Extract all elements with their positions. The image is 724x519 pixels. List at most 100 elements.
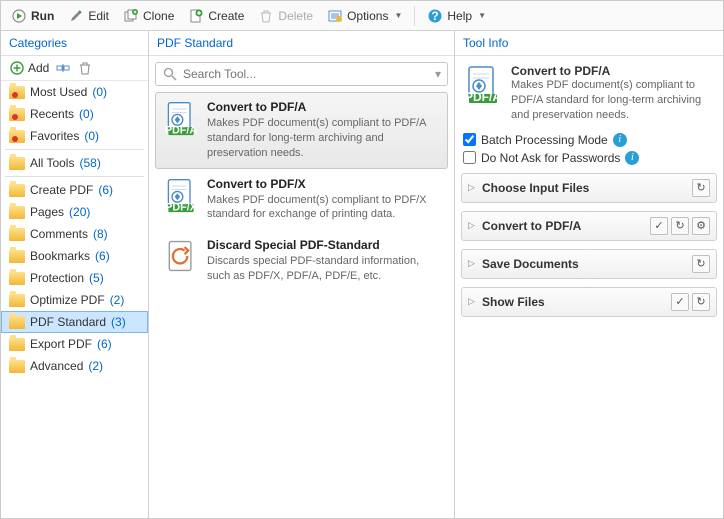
folder-icon bbox=[9, 86, 25, 99]
category-item[interactable]: Favorites (0) bbox=[1, 125, 148, 147]
expand-icon[interactable]: ▷ bbox=[468, 258, 478, 269]
step-reset-button[interactable]: ↻ bbox=[692, 255, 710, 273]
steps-list: ▷Choose Input Files↻▷Convert to PDF/A✓↻⚙… bbox=[455, 173, 723, 323]
category-label: Comments bbox=[30, 227, 88, 241]
category-item[interactable]: Recents (0) bbox=[1, 103, 148, 125]
category-count: (0) bbox=[92, 85, 107, 99]
step-item[interactable]: ▷ Choose Input Files ↻ bbox=[461, 173, 717, 203]
tool-icon: PDF/A bbox=[163, 100, 199, 136]
tool-list: PDF/A Convert to PDF/A Makes PDF document(… bbox=[149, 92, 454, 518]
folder-icon bbox=[9, 130, 25, 143]
category-count: (0) bbox=[84, 129, 99, 143]
category-count: (0) bbox=[79, 107, 94, 121]
create-button[interactable]: Create bbox=[182, 5, 250, 27]
svg-text:?: ? bbox=[432, 9, 439, 23]
category-item[interactable]: Bookmarks (6) bbox=[1, 245, 148, 267]
tool-item[interactable]: PDF/A Convert to PDF/A Makes PDF document(… bbox=[155, 92, 448, 169]
folder-icon bbox=[9, 206, 25, 219]
category-count: (58) bbox=[79, 156, 100, 170]
step-title: Show Files bbox=[482, 295, 667, 309]
folder-icon bbox=[9, 108, 25, 121]
categories-panel: Categories Add Most Used (0)Recents (0)F… bbox=[1, 31, 149, 518]
options-button[interactable]: Options▼ bbox=[321, 5, 408, 27]
step-enable-button[interactable]: ✓ bbox=[650, 217, 668, 235]
folder-icon bbox=[9, 316, 25, 329]
folder-icon bbox=[9, 294, 25, 307]
batch-mode-checkbox[interactable]: Batch Processing Modei bbox=[463, 131, 715, 149]
run-button[interactable]: Run bbox=[5, 5, 60, 27]
svg-text:PDF/A: PDF/A bbox=[465, 90, 501, 104]
tool-info-panel: Tool Info PDF/A Convert to PDF/A Makes P… bbox=[455, 31, 723, 518]
category-count: (20) bbox=[69, 205, 90, 219]
tool-info-header: Tool Info bbox=[455, 31, 723, 56]
main-toolbar: Run Edit Clone Create Delete Options▼ ?H… bbox=[1, 1, 723, 31]
folder-icon bbox=[9, 250, 25, 263]
category-label: All Tools bbox=[30, 156, 74, 170]
category-count: (5) bbox=[89, 271, 104, 285]
expand-icon[interactable]: ▷ bbox=[468, 220, 478, 231]
step-item[interactable]: ▷ Show Files ✓↻ bbox=[461, 287, 717, 317]
category-item[interactable]: Pages (20) bbox=[1, 201, 148, 223]
svg-text:PDF/X: PDF/X bbox=[165, 201, 198, 213]
create-icon bbox=[188, 8, 204, 24]
tool-item[interactable]: Discard Special PDF-Standard Discards spe… bbox=[155, 230, 448, 292]
clone-button[interactable]: Clone bbox=[117, 5, 180, 27]
category-item[interactable]: All Tools (58) bbox=[1, 152, 148, 174]
category-item[interactable]: Optimize PDF (2) bbox=[1, 289, 148, 311]
category-label: PDF Standard bbox=[30, 315, 106, 329]
step-title: Choose Input Files bbox=[482, 181, 688, 195]
category-label: Recents bbox=[30, 107, 74, 121]
category-item[interactable]: Advanced (2) bbox=[1, 355, 148, 377]
step-reset-button[interactable]: ↻ bbox=[671, 217, 689, 235]
expand-icon[interactable]: ▷ bbox=[468, 296, 478, 307]
add-category-button[interactable]: Add bbox=[9, 60, 49, 76]
category-label: Optimize PDF bbox=[30, 293, 105, 307]
edit-icon bbox=[68, 8, 84, 24]
category-item[interactable]: PDF Standard (3) bbox=[1, 311, 148, 333]
category-count: (3) bbox=[111, 315, 126, 329]
no-passwords-checkbox[interactable]: Do Not Ask for Passwordsi bbox=[463, 149, 715, 167]
tool-icon: PDF/X bbox=[163, 177, 199, 213]
info-icon[interactable]: i bbox=[613, 133, 627, 147]
info-title: Convert to PDF/A bbox=[511, 64, 715, 78]
caret-down-icon: ▼ bbox=[394, 11, 402, 20]
tool-desc: Makes PDF document(s) compliant to PDF/A… bbox=[207, 116, 440, 161]
step-settings-button[interactable]: ⚙ bbox=[692, 217, 710, 235]
info-icon[interactable]: i bbox=[625, 151, 639, 165]
tool-desc: Discards special PDF-standard informatio… bbox=[207, 254, 440, 284]
category-item[interactable]: Export PDF (6) bbox=[1, 333, 148, 355]
rename-icon[interactable] bbox=[55, 60, 71, 76]
step-connector bbox=[461, 279, 717, 287]
tool-title: Convert to PDF/A bbox=[207, 100, 440, 114]
category-item[interactable]: Create PDF (6) bbox=[1, 179, 148, 201]
category-label: Create PDF bbox=[30, 183, 93, 197]
edit-button[interactable]: Edit bbox=[62, 5, 115, 27]
expand-icon[interactable]: ▷ bbox=[468, 182, 478, 193]
category-label: Export PDF bbox=[30, 337, 92, 351]
category-count: (2) bbox=[110, 293, 125, 307]
tool-item[interactable]: PDF/XConvert to PDF/XMakes PDF document(… bbox=[155, 169, 448, 231]
category-item[interactable]: Comments (8) bbox=[1, 223, 148, 245]
step-title: Save Documents bbox=[482, 257, 688, 271]
search-bar[interactable]: ▾ bbox=[155, 62, 448, 86]
help-button[interactable]: ?Help▼ bbox=[421, 5, 492, 27]
delete-category-icon[interactable] bbox=[77, 60, 93, 76]
step-item[interactable]: ▷Convert to PDF/A✓↻⚙ bbox=[461, 211, 717, 241]
category-label: Advanced bbox=[30, 359, 83, 373]
folder-icon bbox=[9, 184, 25, 197]
step-enable-button[interactable]: ✓ bbox=[671, 293, 689, 311]
folder-icon bbox=[9, 228, 25, 241]
step-item[interactable]: ▷ Save Documents ↻ bbox=[461, 249, 717, 279]
tool-title: Discard Special PDF-Standard bbox=[207, 238, 440, 252]
caret-down-icon[interactable]: ▾ bbox=[435, 67, 441, 81]
folder-icon bbox=[9, 272, 25, 285]
svg-text:PDF/A: PDF/A bbox=[165, 124, 198, 136]
step-reset-button[interactable]: ↻ bbox=[692, 293, 710, 311]
search-input[interactable] bbox=[183, 67, 430, 81]
step-reset-button[interactable]: ↻ bbox=[692, 179, 710, 197]
clone-icon bbox=[123, 8, 139, 24]
category-count: (6) bbox=[95, 249, 110, 263]
category-toolbar: Add bbox=[1, 56, 148, 81]
category-item[interactable]: Protection (5) bbox=[1, 267, 148, 289]
category-item[interactable]: Most Used (0) bbox=[1, 81, 148, 103]
